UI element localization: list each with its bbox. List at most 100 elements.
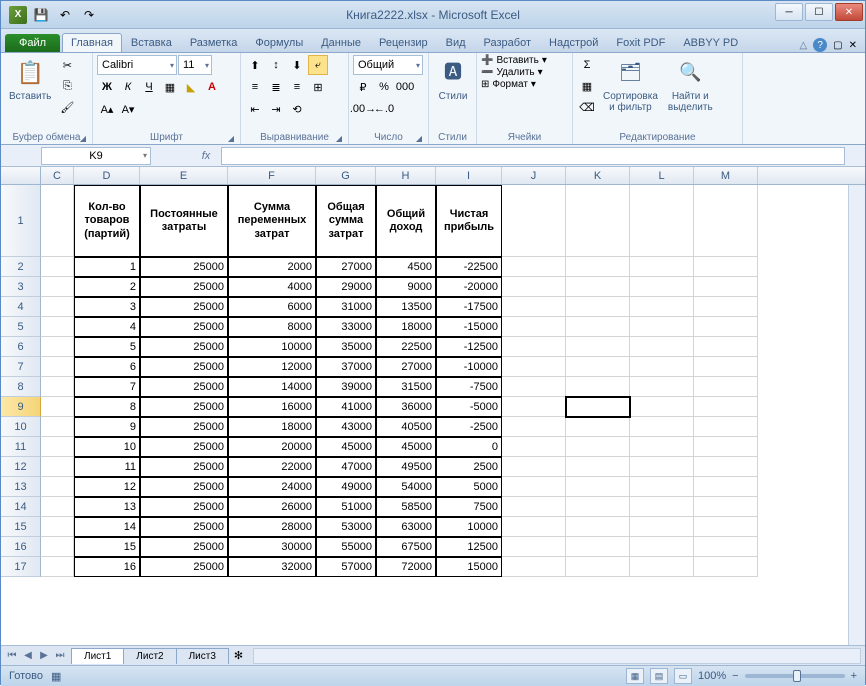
close-button[interactable]: ✕ (835, 3, 863, 21)
sheet-tab-2[interactable]: Лист3 (176, 648, 229, 664)
font-color-button[interactable]: A (202, 77, 222, 97)
cell-E6[interactable]: 25000 (140, 337, 228, 357)
name-box[interactable]: K9 (41, 147, 151, 165)
cell-H1[interactable]: Общий доход (376, 185, 436, 257)
insert-cells-button[interactable]: ➕Вставить ▾ (481, 55, 547, 66)
row-header-14[interactable]: 14 (1, 497, 41, 517)
cell-D8[interactable]: 7 (74, 377, 140, 397)
cell-M17[interactable] (694, 557, 758, 577)
cell-H9[interactable]: 36000 (376, 397, 436, 417)
cell-L8[interactable] (630, 377, 694, 397)
cell-H11[interactable]: 45000 (376, 437, 436, 457)
row-header-7[interactable]: 7 (1, 357, 41, 377)
cell-F16[interactable]: 30000 (228, 537, 316, 557)
cell-M4[interactable] (694, 297, 758, 317)
cell-D16[interactable]: 15 (74, 537, 140, 557)
cell-D4[interactable]: 3 (74, 297, 140, 317)
cell-E9[interactable]: 25000 (140, 397, 228, 417)
cell-I8[interactable]: -7500 (436, 377, 502, 397)
cell-K7[interactable] (566, 357, 630, 377)
number-format-combo[interactable]: Общий (353, 55, 423, 75)
cell-G6[interactable]: 35000 (316, 337, 376, 357)
cell-D9[interactable]: 8 (74, 397, 140, 417)
cell-I4[interactable]: -17500 (436, 297, 502, 317)
cell-J14[interactable] (502, 497, 566, 517)
cell-L9[interactable] (630, 397, 694, 417)
ribbon-tab-5[interactable]: Рецензир (370, 33, 437, 52)
font-name-combo[interactable]: Calibri (97, 55, 177, 75)
cell-E12[interactable]: 25000 (140, 457, 228, 477)
cell-D15[interactable]: 14 (74, 517, 140, 537)
cell-H5[interactable]: 18000 (376, 317, 436, 337)
ribbon-tab-9[interactable]: Foxit PDF (607, 33, 674, 52)
cell-E16[interactable]: 25000 (140, 537, 228, 557)
cell-G7[interactable]: 37000 (316, 357, 376, 377)
row-header-5[interactable]: 5 (1, 317, 41, 337)
cell-H14[interactable]: 58500 (376, 497, 436, 517)
cell-K1[interactable] (566, 185, 630, 257)
cell-I3[interactable]: -20000 (436, 277, 502, 297)
cell-G8[interactable]: 39000 (316, 377, 376, 397)
cell-J11[interactable] (502, 437, 566, 457)
col-header-F[interactable]: F (228, 167, 316, 184)
ribbon-tab-0[interactable]: Главная (62, 33, 122, 52)
clear-icon[interactable]: ⌫ (577, 97, 597, 117)
macro-record-icon[interactable]: ▦ (51, 670, 61, 683)
col-header-C[interactable]: C (41, 167, 74, 184)
cell-L11[interactable] (630, 437, 694, 457)
cell-H7[interactable]: 27000 (376, 357, 436, 377)
align-middle-icon[interactable]: ↕ (266, 55, 286, 75)
row-header-6[interactable]: 6 (1, 337, 41, 357)
autosum-icon[interactable]: Σ (577, 55, 597, 75)
cell-I9[interactable]: -5000 (436, 397, 502, 417)
cell-C5[interactable] (41, 317, 74, 337)
cell-F5[interactable]: 8000 (228, 317, 316, 337)
dialog-launcher-icon[interactable]: ◢ (80, 134, 86, 143)
row-header-2[interactable]: 2 (1, 257, 41, 277)
cell-H8[interactable]: 31500 (376, 377, 436, 397)
cell-C13[interactable] (41, 477, 74, 497)
align-bottom-icon[interactable]: ⬇ (287, 55, 307, 75)
page-layout-view-icon[interactable]: ▤ (650, 668, 668, 684)
increase-decimal-icon[interactable]: .00→ (353, 99, 373, 119)
cell-M7[interactable] (694, 357, 758, 377)
cell-I16[interactable]: 12500 (436, 537, 502, 557)
cell-L6[interactable] (630, 337, 694, 357)
row-header-9[interactable]: 9 (1, 397, 41, 417)
cell-M6[interactable] (694, 337, 758, 357)
cell-E10[interactable]: 25000 (140, 417, 228, 437)
grow-font-icon[interactable]: A▴ (97, 99, 117, 119)
merge-button[interactable]: ⊞ (308, 77, 328, 97)
cell-M13[interactable] (694, 477, 758, 497)
col-header-H[interactable]: H (376, 167, 436, 184)
dialog-launcher-icon[interactable]: ◢ (416, 134, 422, 143)
cell-I14[interactable]: 7500 (436, 497, 502, 517)
cell-L1[interactable] (630, 185, 694, 257)
fill-color-button[interactable]: ◣ (181, 77, 201, 97)
cell-J3[interactable] (502, 277, 566, 297)
cell-C4[interactable] (41, 297, 74, 317)
font-size-combo[interactable]: 11 (178, 55, 212, 75)
cell-L4[interactable] (630, 297, 694, 317)
cell-H3[interactable]: 9000 (376, 277, 436, 297)
zoom-slider[interactable] (745, 674, 845, 678)
sheet-tab-0[interactable]: Лист1 (71, 648, 124, 664)
cell-M3[interactable] (694, 277, 758, 297)
cell-D13[interactable]: 12 (74, 477, 140, 497)
row-header-11[interactable]: 11 (1, 437, 41, 457)
cell-D14[interactable]: 13 (74, 497, 140, 517)
cell-K5[interactable] (566, 317, 630, 337)
cell-J17[interactable] (502, 557, 566, 577)
cell-G12[interactable]: 47000 (316, 457, 376, 477)
select-all-corner[interactable] (1, 167, 41, 185)
sheet-tab-1[interactable]: Лист2 (123, 648, 176, 664)
cell-G10[interactable]: 43000 (316, 417, 376, 437)
cell-M1[interactable] (694, 185, 758, 257)
prev-sheet-icon[interactable]: ◀ (21, 650, 35, 661)
cell-styles-button[interactable]: 🅰 Стили (433, 55, 473, 104)
cell-K10[interactable] (566, 417, 630, 437)
redo-icon[interactable]: ↷ (79, 5, 99, 25)
cell-C17[interactable] (41, 557, 74, 577)
cell-J5[interactable] (502, 317, 566, 337)
help-icon[interactable]: ? (813, 38, 827, 52)
